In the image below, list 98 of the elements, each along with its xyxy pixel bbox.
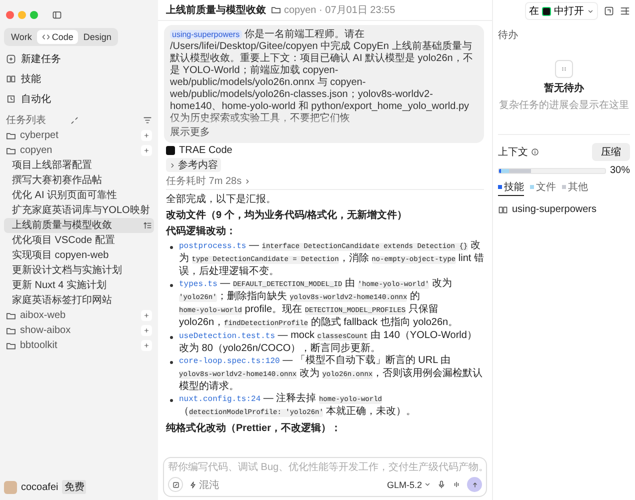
panel-title: 待办: [498, 28, 519, 42]
info-icon: [531, 148, 539, 156]
task-item[interactable]: 家庭英语标签打印网站: [4, 293, 154, 308]
task-meta: copyen · 07月01日 23:55: [284, 4, 396, 17]
chevron-down-icon: [424, 481, 431, 488]
reference-toggle[interactable]: 参考内容: [166, 158, 221, 172]
bullet-dot: [170, 361, 173, 364]
add-task-button[interactable]: [141, 325, 152, 336]
clock-icon: [6, 94, 16, 104]
file-link[interactable]: nuxt.config.ts:24: [179, 395, 261, 404]
plus-icon: [143, 132, 150, 139]
nav-item[interactable]: 自动化: [4, 89, 154, 109]
compress-button[interactable]: 压缩: [592, 143, 630, 161]
app-logo-icon: [542, 6, 551, 16]
task-item[interactable]: 更新 Nuxt 4 实施计划: [4, 278, 154, 293]
mode-selector[interactable]: 混沌: [189, 478, 219, 492]
model-selector[interactable]: GLM-5.2: [386, 480, 431, 490]
plus-icon: [143, 327, 150, 334]
file-link[interactable]: types.ts: [179, 280, 218, 289]
summary-text: 全部完成，以下是汇报。: [166, 192, 277, 206]
legend-tab[interactable]: 其他: [562, 180, 588, 196]
agent-logo-icon: [166, 146, 175, 155]
file-link[interactable]: postprocess.ts: [179, 242, 246, 251]
show-more-link[interactable]: 展示更多: [170, 127, 210, 139]
send-button[interactable]: [467, 477, 482, 492]
attach-icon: [172, 480, 180, 488]
mode-tab[interactable]: Work: [6, 30, 37, 44]
add-task-button[interactable]: [141, 340, 152, 351]
nav-item[interactable]: 技能: [4, 69, 154, 89]
bullet-dot: [170, 399, 173, 402]
chevron-down-icon: [587, 8, 594, 14]
sub-heading: 纯格式化改动（Prettier，不改逻辑）：: [166, 422, 342, 435]
message-text: using-superpowers 你是一名前端工程师。请在 /Users/lifei/Desktop/Gitee/copyen 中完成 CopyEn 上线前基础质量与默认模型收敛。重要上下文：项目已确认 AI 默认模型是 yolo26n，不是 YOLO-World；前端应加载 copyen-web/public/models/yolo26n.onnx 与 copyen-web/public/models/yolo26n-classes.json；yolov8s-worldv2-home140、home-yolo-world 和 python/export_home_yolo_world.py 仅为历史探索或实验工具，不要把它们恢: [170, 29, 474, 125]
nav-item[interactable]: 新建任务: [4, 49, 154, 69]
user-name: cocoafei: [21, 482, 58, 492]
close-button[interactable]: [6, 11, 14, 19]
add-task-button[interactable]: [141, 145, 152, 156]
project-folder[interactable]: bbtoolkit: [20, 340, 137, 351]
task-item[interactable]: 撰写大赛初赛作品帖: [4, 173, 154, 188]
chevron-right-icon: [169, 162, 176, 168]
folder-icon: [271, 5, 281, 15]
open-in-button[interactable]: 在 中打开: [525, 2, 598, 20]
bullet-dot: [170, 336, 173, 339]
plus-icon: [143, 342, 150, 349]
legend-tab[interactable]: 技能: [498, 180, 524, 196]
project-folder[interactable]: show-aibox: [20, 325, 137, 336]
plus-icon: [143, 147, 150, 154]
task-title: 上线前质量与模型收敛: [166, 4, 266, 17]
project-folder[interactable]: aibox-web: [20, 310, 137, 321]
task-item[interactable]: 更新设计文档与实施计划: [4, 263, 154, 278]
avatar: [4, 480, 17, 494]
task-item[interactable]: 上线前质量与模型收敛: [4, 218, 154, 233]
task-item[interactable]: 实现项目 copyen-web: [4, 248, 154, 263]
task-duration[interactable]: 任务耗时 7m 28s: [166, 174, 242, 188]
add-task-button[interactable]: [141, 310, 152, 321]
legend-tab[interactable]: 文件: [530, 180, 556, 196]
project-folder[interactable]: copyen: [20, 145, 137, 156]
minimize-button[interactable]: [18, 11, 26, 19]
book-icon: [498, 204, 508, 214]
file-link[interactable]: core-loop.spec.ts:120: [179, 357, 280, 366]
add-task-button[interactable]: [141, 130, 152, 141]
context-label: 上下文: [498, 146, 528, 159]
section-title: 任务列表: [6, 114, 47, 127]
attach-button[interactable]: [168, 477, 183, 492]
dots-icon: [560, 65, 568, 73]
filter-icon: [143, 116, 152, 124]
empty-hint: 复杂任务的进展会显示在这里: [499, 98, 629, 112]
task-item[interactable]: 扩充家庭英语词库与YOLO映射: [4, 203, 154, 218]
sub-heading: 代码逻辑改动：: [166, 224, 237, 238]
plan-badge: 免费: [62, 480, 86, 494]
sound-icon: [452, 480, 461, 489]
microphone-icon: [437, 480, 446, 489]
mode-tab[interactable]: Code: [36, 30, 78, 44]
panel-icon: [620, 6, 630, 16]
bullet-dot: [170, 284, 173, 287]
task-item[interactable]: 优化 AI 识别页面可靠性: [4, 188, 154, 203]
plus-icon: [143, 312, 150, 319]
zoom-button[interactable]: [30, 11, 38, 19]
file-link[interactable]: useDetection.test.ts: [179, 332, 276, 341]
new-task-icon: [6, 54, 16, 64]
skill-item[interactable]: using-superpowers: [512, 204, 596, 215]
bullet-dot: [170, 246, 173, 249]
empty-title: 暂无待办: [544, 82, 584, 95]
task-item[interactable]: 项目上线部署配置: [4, 158, 154, 173]
window-icon: [604, 6, 614, 16]
section-heading: 改动文件（9 个，均为业务代码/格式化，无新增文件）: [166, 208, 408, 222]
context-percent: 30%: [610, 165, 630, 176]
chevron-right-icon: [244, 178, 251, 184]
collapse-icon: [70, 116, 79, 124]
agent-name: TRAE Code: [179, 145, 232, 156]
sidebar-toggle-icon: [52, 10, 62, 20]
list-icon: [143, 221, 152, 230]
task-item[interactable]: 优化项目 VSCode 配置: [4, 233, 154, 248]
code-icon: [42, 33, 50, 41]
arrow-up-icon: [470, 480, 478, 488]
mode-tab[interactable]: Design: [78, 30, 116, 44]
book-icon: [6, 74, 16, 84]
project-folder[interactable]: cyberpet: [20, 130, 137, 141]
